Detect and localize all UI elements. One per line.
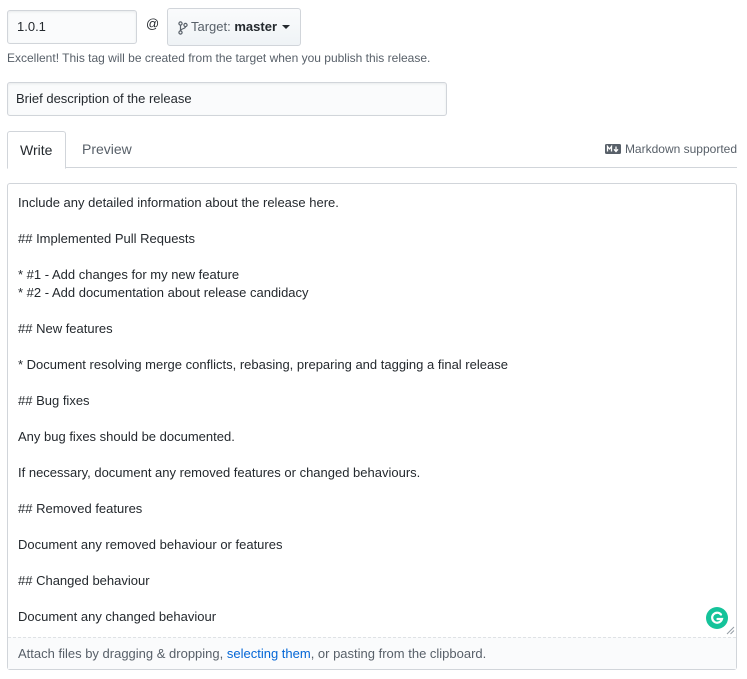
target-branch-button[interactable]: Target: master	[167, 8, 301, 46]
caret-down-icon	[282, 24, 291, 29]
attach-files-bar[interactable]: Attach files by dragging & dropping, sel…	[8, 637, 736, 669]
select-files-link[interactable]: selecting them	[227, 646, 311, 661]
markdown-supported-link[interactable]: Markdown supported	[604, 142, 737, 156]
grammarly-icon[interactable]	[706, 607, 728, 629]
at-separator: @	[146, 16, 160, 31]
tag-version-input[interactable]: 1.0.1	[7, 10, 137, 44]
tab-write[interactable]: Write	[7, 131, 66, 169]
markdown-supported-label: Markdown supported	[624, 142, 737, 156]
release-body-textarea[interactable]: Include any detailed information about t…	[8, 184, 736, 637]
tab-preview[interactable]: Preview	[70, 131, 144, 168]
attach-prefix: Attach files by dragging & dropping,	[18, 646, 227, 661]
tag-note: Excellent! This tag will be created from…	[7, 51, 431, 65]
git-branch-icon	[178, 20, 188, 35]
release-title-input[interactable]: Brief description of the release	[7, 82, 447, 116]
attach-suffix: , or pasting from the clipboard.	[310, 646, 487, 661]
editor-tabs: Write Preview Markdown supported	[7, 131, 737, 169]
release-body-editor: Include any detailed information about t…	[7, 183, 737, 670]
target-branch-name: master	[234, 19, 278, 34]
resize-handle-icon[interactable]	[726, 626, 735, 635]
markdown-icon	[604, 143, 621, 154]
target-label: Target:	[191, 19, 231, 34]
